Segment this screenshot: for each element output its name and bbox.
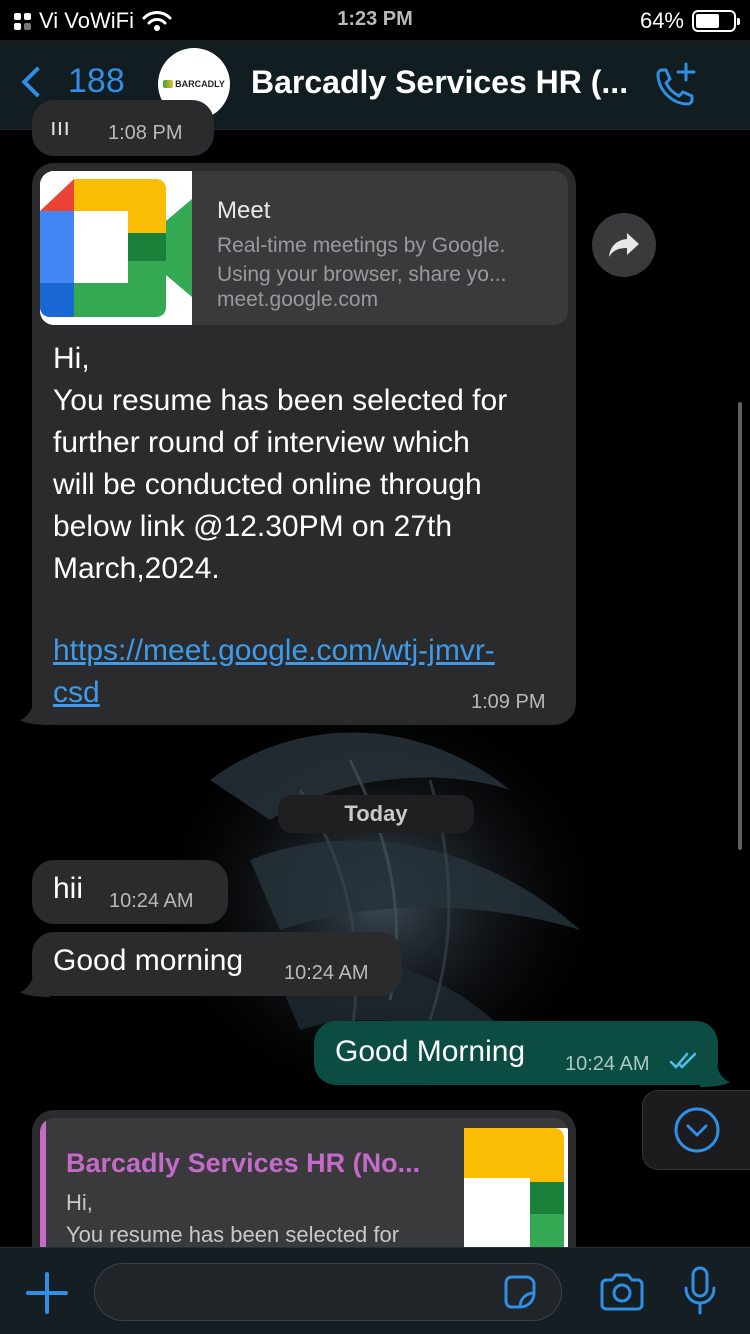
message-input[interactable] [94,1263,562,1321]
message-bubble-quoted-reply[interactable]: Barcadly Services HR (No... Hi, You resu… [32,1110,576,1270]
forward-button[interactable] [592,213,656,277]
camera-icon[interactable] [598,1272,646,1312]
scrollbar[interactable] [738,402,742,850]
plus-icon[interactable] [26,1272,68,1314]
message-time: 10:24 AM [284,962,369,984]
back-button[interactable]: 188 [18,62,125,101]
date-separator: Today [278,795,474,833]
message-bubble-previous[interactable]: ııı 1:08 PM [32,100,214,156]
preview-title: Meet [217,197,271,224]
link-preview-card[interactable]: Meet Real-time meetings by Google. Using… [40,171,568,325]
quoted-message[interactable]: Barcadly Services HR (No... Hi, You resu… [40,1118,568,1268]
quote-bar [40,1118,46,1268]
preview-description: Real-time meetings by Google. Using your… [217,234,507,286]
quoted-text: You resume has been selected for [66,1222,400,1247]
company-logo: BARCADLY [163,79,225,89]
battery-percent: 64% [639,8,684,33]
message-time: 10:24 AM [565,1053,650,1075]
forward-arrow-icon [609,233,639,257]
message-bubble-outgoing-good-morning[interactable]: Good Morning 10:24 AM [314,1021,718,1085]
message-text: Good Morning [335,1035,526,1068]
truncated-text: ııı [50,114,71,141]
message-time: 1:09 PM [471,691,546,713]
contact-name[interactable]: Barcadly Services HR (... [251,64,628,101]
chevron-left-icon [21,65,53,98]
scroll-to-bottom-button[interactable] [642,1090,750,1170]
message-text: Good morning [53,944,244,977]
microphone-icon[interactable] [682,1266,718,1316]
double-check-icon [669,1052,697,1069]
message-input-bar [0,1247,750,1334]
google-meet-logo [40,171,192,325]
message-text: Hi, You resume has been selected for fur… [53,342,508,585]
phone-add-icon[interactable] [648,60,700,112]
message-time: 1:08 PM [108,122,183,144]
message-bubble-meet-invite[interactable]: Meet Real-time meetings by Google. Using… [32,163,576,725]
status-bar: Vi VoWiFi 1:23 PM 64% [0,0,750,40]
message-bubble-good-morning[interactable]: Good morning 10:24 AM [32,932,402,996]
unread-count: 188 [68,62,125,100]
quoted-sender: Barcadly Services HR (No... [66,1148,421,1178]
quoted-text: Hi, [66,1190,93,1215]
message-bubble-hii[interactable]: hii 10:24 AM [32,860,228,924]
battery-icon [692,10,740,32]
preview-host: meet.google.com [217,288,379,311]
chevron-down-circle-icon [674,1107,719,1153]
clock: 1:23 PM [337,8,413,30]
message-time: 10:24 AM [109,890,194,912]
message-text: hii [53,872,84,905]
sticker-icon[interactable] [500,1273,538,1311]
